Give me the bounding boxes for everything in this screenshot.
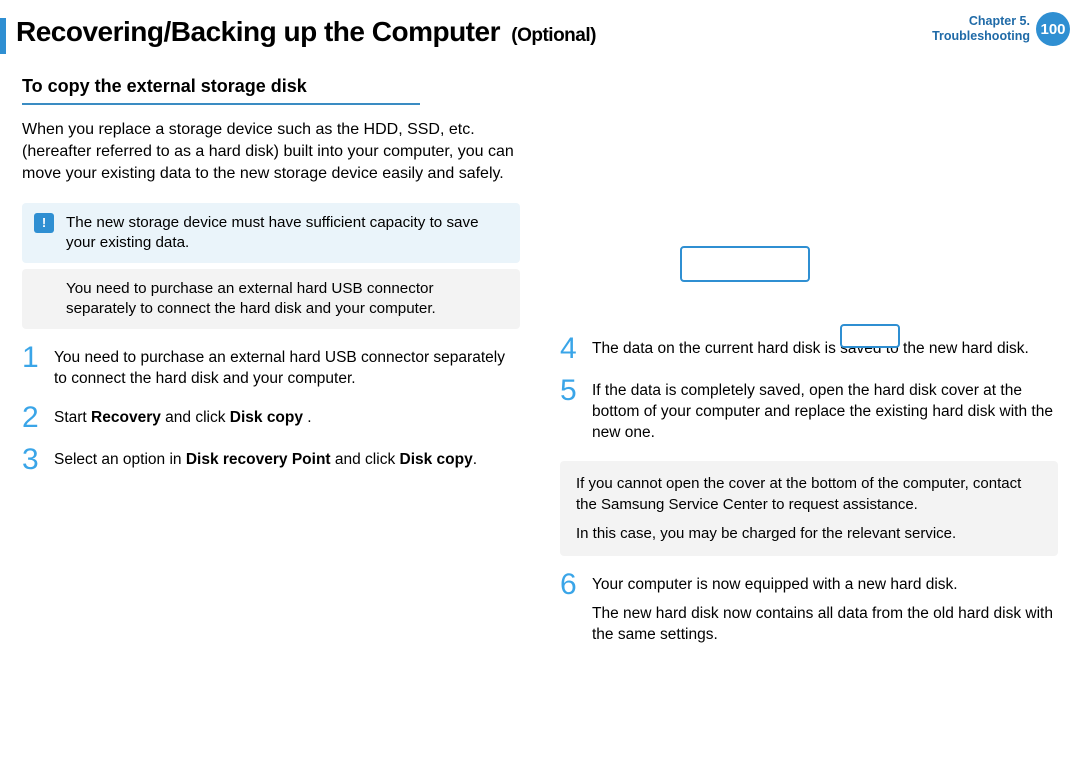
step-text: The data on the current hard disk is sav… [592, 336, 1029, 359]
page-number-badge: 100 [1036, 12, 1070, 46]
right-column: 4 The data on the current hard disk is s… [560, 76, 1058, 645]
chapter-text: Chapter 5. Troubleshooting [932, 14, 1030, 44]
page-title: Recovering/Backing up the Computer (Opti… [6, 16, 596, 48]
info-icon: ! [34, 213, 54, 233]
step-3: 3 Select an option in Disk recovery Poin… [22, 447, 520, 473]
chapter-line1: Chapter 5. [932, 14, 1030, 29]
disk-copy-diagram [560, 76, 1058, 336]
note-sub-text: You need to purchase an external hard US… [66, 280, 436, 317]
step-4: 4 The data on the current hard disk is s… [560, 336, 1058, 362]
diagram-shape-large [680, 246, 810, 282]
note-important-text: The new storage device must have suffici… [66, 214, 479, 251]
intro-paragraph: When you replace a storage device such a… [22, 119, 520, 185]
service-note-line2: In this case, you may be charged for the… [576, 523, 1042, 544]
left-column: To copy the external storage disk When y… [22, 76, 520, 645]
diagram-shape-small [840, 324, 900, 348]
service-note: If you cannot open the cover at the bott… [560, 461, 1058, 556]
step-text: Select an option in Disk recovery Point … [54, 447, 477, 470]
step-5: 5 If the data is completely saved, open … [560, 378, 1058, 443]
step-number: 3 [22, 447, 54, 473]
step-number: 4 [560, 336, 592, 362]
step-2: 2 Start Recovery and click Disk copy . [22, 405, 520, 431]
chapter-line2: Troubleshooting [932, 29, 1030, 44]
step-text: If the data is completely saved, open th… [592, 378, 1058, 443]
page-title-bar: Recovering/Backing up the Computer (Opti… [0, 0, 1080, 54]
title-suffix: (Optional) [511, 25, 596, 46]
chapter-indicator: Chapter 5. Troubleshooting 100 [932, 12, 1070, 46]
step-number: 6 [560, 572, 592, 598]
step-number: 1 [22, 345, 54, 371]
step-1: 1 You need to purchase an external hard … [22, 345, 520, 389]
note-sub: You need to purchase an external hard US… [22, 269, 520, 329]
note-important: ! The new storage device must have suffi… [22, 203, 520, 263]
step-number: 5 [560, 378, 592, 404]
step-text: Your computer is now equipped with a new… [592, 572, 1058, 645]
step-6: 6 Your computer is now equipped with a n… [560, 572, 1058, 645]
step-number: 2 [22, 405, 54, 431]
step-text: Start Recovery and click Disk copy . [54, 405, 312, 428]
service-note-line1: If you cannot open the cover at the bott… [576, 473, 1042, 515]
title-main: Recovering/Backing up the Computer [16, 16, 500, 47]
section-subheading: To copy the external storage disk [22, 76, 420, 105]
step-text: You need to purchase an external hard US… [54, 345, 520, 389]
